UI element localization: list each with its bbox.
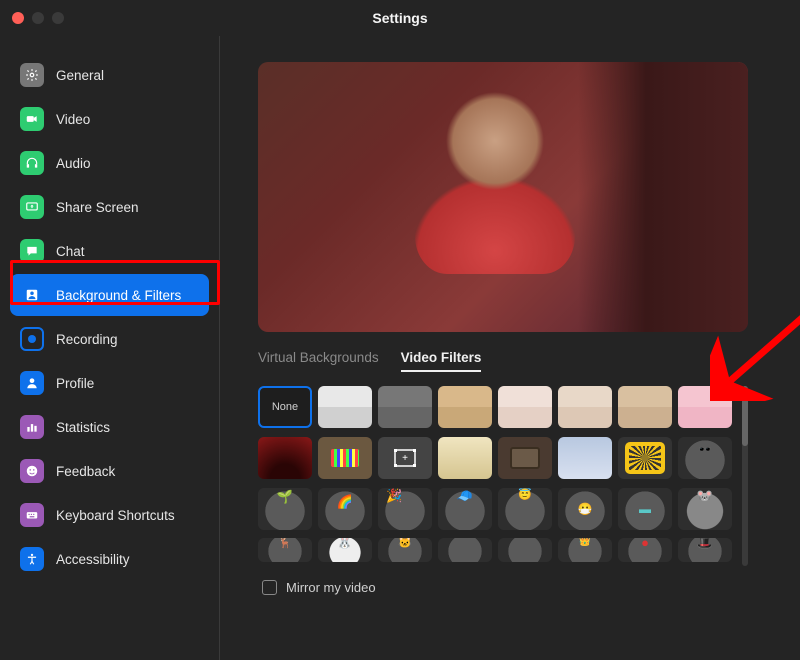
filter-tile[interactable]: 👑 <box>558 538 612 562</box>
filter-tile[interactable] <box>438 386 492 428</box>
sidebar-item-keyboard-shortcuts[interactable]: Keyboard Shortcuts <box>10 494 209 536</box>
sidebar-item-label: Recording <box>56 332 118 347</box>
filter-tile[interactable]: ● <box>618 538 672 562</box>
filter-tile[interactable] <box>438 437 492 479</box>
sidebar-item-general[interactable]: General <box>10 54 209 96</box>
filter-tile[interactable]: 🦌 <box>258 538 312 562</box>
filter-tile[interactable] <box>678 386 732 428</box>
titlebar: Settings <box>0 0 800 36</box>
close-window-button[interactable] <box>12 12 24 24</box>
settings-sidebar: General Video Audio Share Screen Chat <box>0 36 220 660</box>
video-preview <box>258 62 748 332</box>
accessibility-icon <box>20 547 44 571</box>
window-controls <box>12 12 64 24</box>
headphones-icon <box>20 151 44 175</box>
tab-video-filters[interactable]: Video Filters <box>401 350 482 372</box>
filter-tabs: Virtual Backgrounds Video Filters <box>258 350 776 372</box>
sidebar-item-label: Audio <box>56 156 91 171</box>
filter-tile[interactable]: 🎉 <box>378 488 432 530</box>
filter-tile[interactable] <box>498 538 552 562</box>
filter-tile[interactable]: 🧢 <box>438 488 492 530</box>
filter-tile[interactable]: 🕶️ <box>678 437 732 479</box>
filter-tile[interactable]: 😇 <box>498 488 552 530</box>
mirror-video-label: Mirror my video <box>286 580 376 595</box>
share-screen-icon <box>20 195 44 219</box>
sidebar-item-accessibility[interactable]: Accessibility <box>10 538 209 580</box>
person-icon <box>20 371 44 395</box>
sidebar-item-statistics[interactable]: Statistics <box>10 406 209 448</box>
filter-tile[interactable]: 🎩 <box>678 538 732 562</box>
window-title: Settings <box>372 10 427 26</box>
sidebar-item-feedback[interactable]: Feedback <box>10 450 209 492</box>
sidebar-item-label: Keyboard Shortcuts <box>56 508 175 523</box>
filters-scrollbar[interactable] <box>742 386 748 566</box>
filter-tile[interactable]: 🌈 <box>318 488 372 530</box>
filter-tile[interactable]: 😷 <box>558 488 612 530</box>
mirror-video-row: Mirror my video <box>262 580 776 595</box>
filter-tile[interactable]: 🐭 <box>678 488 732 530</box>
bar-chart-icon <box>20 415 44 439</box>
scrollbar-thumb[interactable] <box>742 386 748 446</box>
mirror-video-checkbox[interactable] <box>262 580 277 595</box>
maximize-window-button[interactable] <box>52 12 64 24</box>
main-panel: Virtual Backgrounds Video Filters None + <box>220 36 800 660</box>
record-icon <box>20 327 44 351</box>
sidebar-item-label: General <box>56 68 104 83</box>
sidebar-item-label: Background & Filters <box>56 288 181 303</box>
sidebar-item-label: Statistics <box>56 420 110 435</box>
sidebar-item-recording[interactable]: Recording <box>10 318 209 360</box>
video-filters-grid: None + 🕶️ 🌱 🌈 🎉 🧢 😇 <box>258 386 732 566</box>
gear-icon <box>20 63 44 87</box>
filter-tile[interactable]: ▬ <box>618 488 672 530</box>
filter-tile[interactable]: 🌱 <box>258 488 312 530</box>
filter-tile[interactable] <box>438 538 492 562</box>
video-camera-icon <box>20 107 44 131</box>
chat-bubble-icon <box>20 239 44 263</box>
sidebar-item-label: Profile <box>56 376 94 391</box>
person-background-icon <box>20 283 44 307</box>
filter-tile[interactable]: 🐰 <box>318 538 372 562</box>
filter-tile[interactable] <box>318 386 372 428</box>
filter-tile[interactable] <box>498 437 552 479</box>
filter-tile[interactable] <box>498 386 552 428</box>
sidebar-item-background-filters[interactable]: Background & Filters <box>10 274 209 316</box>
minimize-window-button[interactable] <box>32 12 44 24</box>
filter-tile[interactable] <box>318 437 372 479</box>
filter-tile[interactable] <box>618 386 672 428</box>
sidebar-item-label: Accessibility <box>56 552 130 567</box>
sidebar-item-profile[interactable]: Profile <box>10 362 209 404</box>
sidebar-item-label: Chat <box>56 244 85 259</box>
tab-virtual-backgrounds[interactable]: Virtual Backgrounds <box>258 350 379 372</box>
sidebar-item-label: Share Screen <box>56 200 139 215</box>
filter-tile[interactable] <box>618 437 672 479</box>
filter-tile[interactable] <box>258 437 312 479</box>
sidebar-item-label: Video <box>56 112 90 127</box>
filter-tile[interactable] <box>558 386 612 428</box>
svg-text:+: + <box>402 453 408 464</box>
sidebar-item-chat[interactable]: Chat <box>10 230 209 272</box>
sidebar-item-share-screen[interactable]: Share Screen <box>10 186 209 228</box>
sidebar-item-label: Feedback <box>56 464 115 479</box>
filter-tile[interactable] <box>378 386 432 428</box>
sidebar-item-video[interactable]: Video <box>10 98 209 140</box>
filter-tile[interactable]: 🐱 <box>378 538 432 562</box>
sidebar-item-audio[interactable]: Audio <box>10 142 209 184</box>
filter-tile[interactable] <box>558 437 612 479</box>
smiley-icon <box>20 459 44 483</box>
filter-none[interactable]: None <box>258 386 312 428</box>
filter-tile[interactable]: + <box>378 437 432 479</box>
keyboard-icon <box>20 503 44 527</box>
